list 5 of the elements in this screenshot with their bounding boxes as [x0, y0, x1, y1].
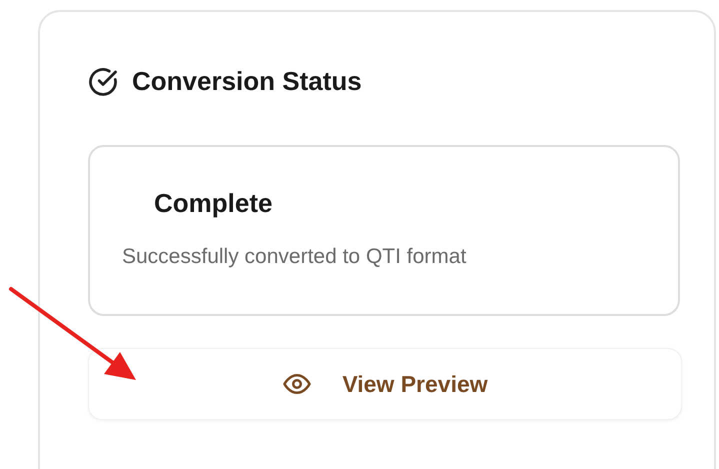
status-title: Complete	[154, 187, 274, 219]
view-preview-button[interactable]: View Preview	[88, 348, 682, 420]
check-circle-icon	[88, 66, 118, 96]
card-title: Conversion Status	[132, 65, 362, 98]
status-message: Successfully converted to QTI format	[122, 244, 468, 270]
